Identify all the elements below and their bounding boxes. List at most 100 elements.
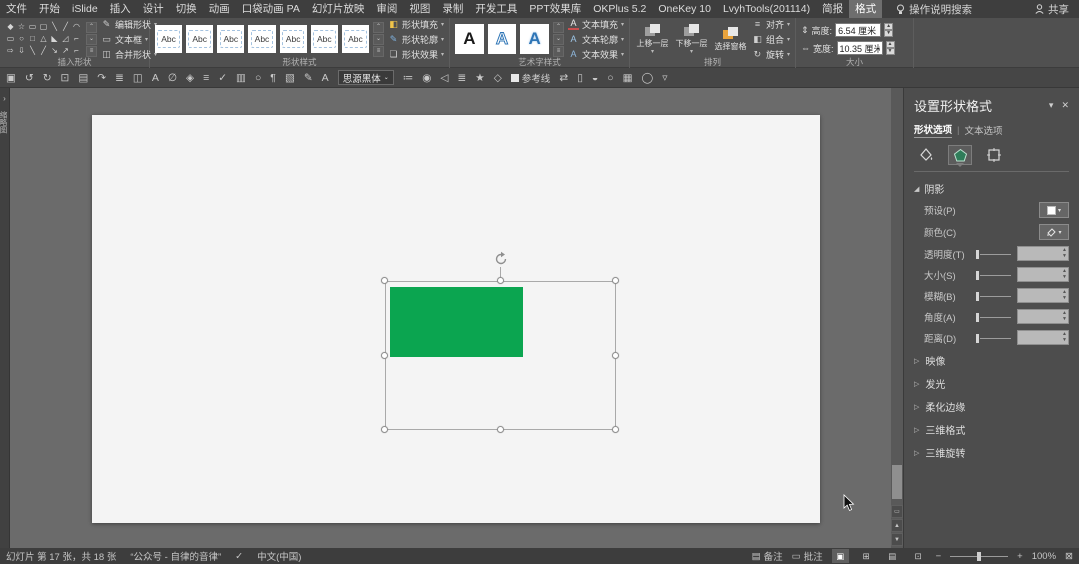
handle-top-left[interactable] <box>381 277 388 284</box>
tab-record[interactable]: 录制 <box>436 0 469 18</box>
section-soft-edges[interactable]: ▷ 柔化边缘 <box>914 399 1069 414</box>
shape-style-thumb[interactable]: Abc <box>342 25 369 53</box>
section-3d-format[interactable]: ▷ 三维格式 <box>914 422 1069 437</box>
font-name-dropdown[interactable]: 思源黑体 ⌄ <box>338 70 394 85</box>
height-stepper[interactable]: ▲▼ <box>884 23 893 37</box>
handle-top-right[interactable] <box>612 277 619 284</box>
edit-shape-button[interactable]: ✎ 编辑形状 ▾ <box>101 18 157 31</box>
width-stepper[interactable]: ▲▼ <box>886 41 895 55</box>
tab-shape-options[interactable]: 形状选项 <box>914 122 952 138</box>
qat-overflow-icon[interactable]: ▿ <box>662 68 667 88</box>
shape-option[interactable]: ↗ <box>60 45 71 57</box>
styles-down-icon[interactable]: ⌄ <box>373 34 384 45</box>
pen-icon[interactable]: ✎ <box>304 68 313 88</box>
shape-option[interactable]: ◠ <box>71 21 82 33</box>
distance-field[interactable]: ▲▼ <box>1017 330 1069 345</box>
shape-style-thumb[interactable]: Abc <box>248 25 275 53</box>
tab-insert[interactable]: 插入 <box>104 0 137 18</box>
format-painter-icon[interactable]: ◈ <box>186 68 194 88</box>
styles-up-icon[interactable]: ⌃ <box>373 22 384 33</box>
shape-option[interactable]: ◿ <box>60 33 71 45</box>
slide-sorter-view-button[interactable]: ⊞ <box>858 549 875 563</box>
wordart-thumb-plain[interactable]: A <box>455 24 484 54</box>
shape-option[interactable]: ▢ <box>38 21 49 33</box>
shape-option[interactable]: ⇩ <box>16 45 27 57</box>
shape-option[interactable]: ╱ <box>60 21 71 33</box>
shape-option[interactable]: △ <box>38 33 49 45</box>
picture-icon[interactable]: ▧ <box>285 68 295 88</box>
fill-line-icon[interactable] <box>914 145 938 165</box>
rotate-handle-icon[interactable] <box>493 251 509 267</box>
tab-jianbao[interactable]: 简报 <box>816 0 849 18</box>
text-outline-button[interactable]: A 文本轮廓 ▾ <box>568 33 624 46</box>
clipboard-icon[interactable]: ▯ <box>577 68 583 88</box>
gallery-down-icon[interactable]: ⌄ <box>86 34 97 45</box>
grid-icon[interactable]: ▦ <box>623 68 633 88</box>
tab-lvyhtools[interactable]: LvyhTools(201114) <box>717 0 816 18</box>
shape-option[interactable]: ◆ <box>5 21 16 33</box>
tab-text-options[interactable]: 文本选项 <box>964 123 1002 137</box>
scroll-split-icon[interactable]: ▭ <box>891 505 903 518</box>
handle-bottom-center[interactable] <box>497 426 504 433</box>
tab-format-active[interactable]: 格式 <box>849 0 882 18</box>
panel-close-icon[interactable]: ✕ <box>1061 100 1069 111</box>
slideshow-view-button[interactable]: ⊡ <box>910 549 927 563</box>
shape-option[interactable]: ⌐ <box>71 33 82 45</box>
wordart-up-icon[interactable]: ⌃ <box>553 22 564 33</box>
group-button[interactable]: ◧ 组合 ▾ <box>752 33 790 46</box>
transparency-field[interactable]: ▲▼ <box>1017 246 1069 261</box>
shape-option[interactable]: ▭ <box>27 21 38 33</box>
blur-slider[interactable] <box>976 291 1011 301</box>
shape-style-thumb[interactable]: Abc <box>280 25 307 53</box>
height-input[interactable] <box>835 23 881 37</box>
flip-icon[interactable]: ⇄ <box>559 68 568 88</box>
expand-pane-icon[interactable]: › <box>0 94 9 103</box>
panel-menu-icon[interactable]: ▾ <box>1049 100 1054 111</box>
width-input[interactable] <box>837 41 883 55</box>
lock-icon[interactable]: ◉ <box>422 68 431 88</box>
share-button[interactable]: 共享 <box>1035 2 1069 17</box>
handle-top-center[interactable] <box>497 277 504 284</box>
shape-option[interactable]: ╲ <box>27 45 38 57</box>
gallery-up-icon[interactable]: ⌃ <box>86 22 97 33</box>
shape-option[interactable]: ○ <box>16 33 27 45</box>
shadow-preset-dropdown[interactable]: ▾ <box>1039 202 1069 218</box>
paste-icon[interactable]: ▥ <box>236 68 246 88</box>
shape-style-thumb[interactable]: Abc <box>155 25 182 53</box>
section-3d-rotation[interactable]: ▷ 三维旋转 <box>914 445 1069 460</box>
selection-pane-qat-icon[interactable]: ▤ <box>78 68 88 88</box>
selection-pane-button[interactable]: 选择窗格 <box>713 21 748 57</box>
star-effect-icon[interactable]: ★ <box>475 68 484 88</box>
shape-option[interactable]: ⌐ <box>71 45 82 57</box>
thumbnail-pane-collapsed[interactable]: › 缩略图 <box>0 88 10 548</box>
tab-view[interactable]: 视图 <box>403 0 436 18</box>
shapes-icon[interactable]: ◇ <box>494 68 502 88</box>
shape-option[interactable]: ☆ <box>16 21 27 33</box>
wordart-down-icon[interactable]: ⌄ <box>553 34 564 45</box>
slide-canvas-area[interactable] <box>10 88 891 548</box>
wordart-more-icon[interactable]: ≡ <box>553 46 564 57</box>
tab-okplus[interactable]: OKPlus 5.2 <box>587 0 652 18</box>
tab-pocket-animation[interactable]: 口袋动画 PA <box>236 0 306 18</box>
selected-green-rectangle[interactable] <box>390 287 523 357</box>
fit-to-window-icon[interactable]: ⊠ <box>1065 551 1073 562</box>
tell-me-search[interactable]: 操作说明搜索 <box>896 2 972 17</box>
save-icon[interactable]: ▣ <box>6 68 16 88</box>
shape-option[interactable]: ↘ <box>49 45 60 57</box>
handle-bottom-left[interactable] <box>381 426 388 433</box>
styles-more-icon[interactable]: ≡ <box>373 46 384 57</box>
rotate-qat-icon[interactable]: ↷ <box>97 68 106 88</box>
scrollbar-thumb[interactable] <box>892 465 902 499</box>
text-box-qat-icon[interactable]: ≣ <box>115 68 124 88</box>
normal-view-button[interactable]: ▣ <box>832 549 849 563</box>
bullets-icon[interactable]: ≔ <box>403 68 414 88</box>
distance-slider[interactable] <box>976 333 1011 343</box>
tab-slideshow[interactable]: 幻灯片放映 <box>306 0 371 18</box>
numbering-icon[interactable]: ≣ <box>457 68 466 88</box>
tab-animations[interactable]: 动画 <box>203 0 236 18</box>
shape-option[interactable]: ⇨ <box>5 45 16 57</box>
guides-toggle[interactable]: 参考线 <box>511 71 551 85</box>
undo-icon[interactable]: ↺ <box>25 68 34 88</box>
tab-file[interactable]: 文件 <box>0 0 33 18</box>
angle-slider[interactable] <box>976 312 1011 322</box>
